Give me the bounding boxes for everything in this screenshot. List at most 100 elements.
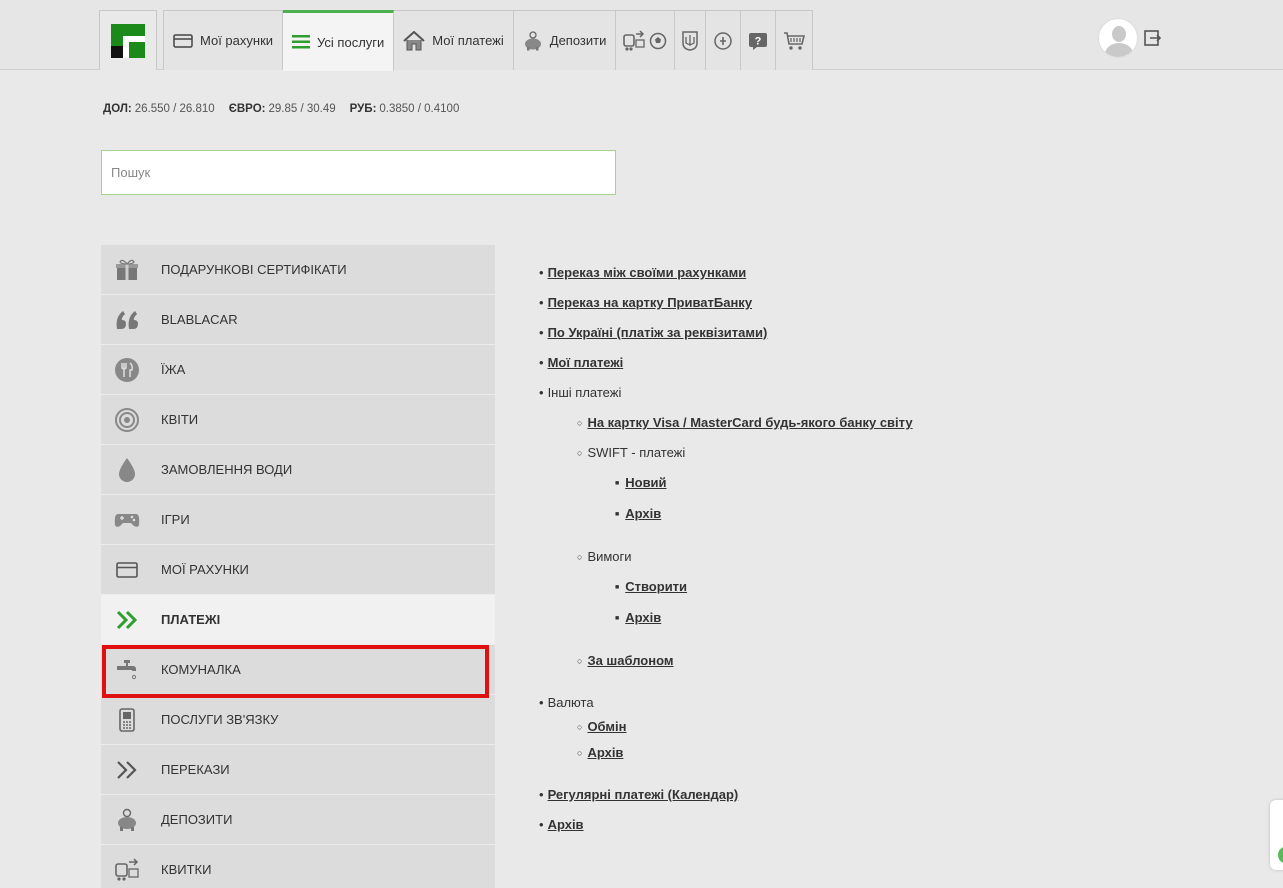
- list-item: Вимоги Створити Архів: [577, 547, 913, 629]
- currency-sublist: Обмін Архів: [577, 717, 913, 763]
- sidebar-item-label: Платежі: [161, 612, 221, 627]
- link-ukraine-requisites[interactable]: По Україні (платіж за реквізитами): [548, 325, 768, 340]
- link-by-template[interactable]: За шаблоном: [587, 653, 673, 668]
- tab-tickets[interactable]: [616, 10, 676, 70]
- other-payments-label: Інші платежі: [547, 385, 622, 400]
- sidebar-item-flowers[interactable]: Квіти: [101, 395, 495, 445]
- link-currency-archive[interactable]: Архів: [587, 745, 623, 760]
- sidebar-item-gift-certificates[interactable]: Подарункові сертифікати: [101, 245, 495, 295]
- list-item: Переказ між своїми рахунками: [539, 263, 913, 283]
- list-item: По Україні (платіж за реквізитами): [539, 323, 913, 343]
- user-area: [1098, 18, 1162, 58]
- transport-tickets-icon: [113, 856, 141, 884]
- tab-pension[interactable]: [706, 10, 742, 70]
- link-swift-archive[interactable]: Архів: [625, 506, 661, 521]
- sidebar-item-deposits[interactable]: Депозити: [101, 795, 495, 845]
- football-icon: [650, 32, 667, 49]
- demands-label: Вимоги: [587, 549, 632, 564]
- home-icon: [403, 30, 425, 50]
- link-archive[interactable]: Архів: [548, 817, 584, 832]
- list-item: На картку Visa / MasterCard будь-якого б…: [577, 413, 912, 433]
- sidebar-item-my-accounts[interactable]: Мої рахунки: [101, 545, 495, 595]
- link-demands-create[interactable]: Створити: [625, 579, 687, 594]
- sidebar-item-label: Ігри: [161, 512, 190, 527]
- phone-icon: [113, 706, 141, 734]
- sidebar-item-telecom[interactable]: Послуги зв'язку: [101, 695, 495, 745]
- tab-help[interactable]: ?: [741, 10, 777, 70]
- rate-rub: РУБ: 0.3850 / 0.4100: [349, 103, 460, 115]
- sidebar-item-label: Квитки: [161, 862, 212, 877]
- sidebar-item-games[interactable]: Ігри: [101, 495, 495, 545]
- rate-usd: ДОЛ: 26.550 / 26.810: [103, 103, 215, 115]
- tab-all-services[interactable]: Усі послуги: [283, 10, 395, 71]
- sidebar-item-label: Перекази: [161, 762, 230, 777]
- sidebar-item-blablacar[interactable]: BlaBlaCar: [101, 295, 495, 345]
- link-visa-mastercard[interactable]: На картку Visa / MasterCard будь-якого б…: [587, 415, 912, 430]
- chat-widget-tab[interactable]: [1270, 800, 1283, 870]
- link-demands-archive[interactable]: Архів: [625, 610, 661, 625]
- tab-deposits[interactable]: Депозити: [513, 10, 617, 70]
- piggy-bank-icon: [524, 30, 541, 50]
- list-item: Переказ на картку ПриватБанку: [539, 293, 913, 313]
- flower-icon: [113, 406, 141, 434]
- sidebar-item-label: Депозити: [161, 812, 233, 827]
- sidebar-item-label: Послуги зв'язку: [161, 712, 279, 727]
- sidebar-item-utilities[interactable]: Комуналка: [101, 645, 495, 695]
- list-item: За шаблоном: [577, 651, 913, 671]
- privatbank-logo-tile[interactable]: [99, 10, 157, 70]
- list-item: Регулярні платежі (Календар): [539, 785, 913, 805]
- sidebar-item-tickets[interactable]: Квитки: [101, 845, 495, 888]
- list-item: Архів: [577, 743, 913, 763]
- list-item: Мої платежі: [539, 353, 913, 373]
- sidebar-item-label: BlaBlaCar: [161, 312, 238, 327]
- transport-tickets-icon: [623, 29, 646, 51]
- help-icon: ?: [749, 32, 768, 50]
- logout-icon[interactable]: [1144, 29, 1162, 47]
- swift-label: SWIFT - платежі: [587, 445, 686, 460]
- sidebar-item-payments[interactable]: Платежі: [101, 595, 495, 645]
- tab-my-accounts[interactable]: Мої рахунки: [163, 10, 284, 70]
- services-links: Переказ між своїми рахунками Переказ на …: [539, 263, 913, 845]
- gift-icon: [113, 256, 141, 284]
- food-icon: [113, 356, 141, 384]
- link-swift-new[interactable]: Новий: [625, 475, 666, 490]
- sidebar-item-label: Подарункові сертифікати: [161, 262, 347, 277]
- link-transfer-own-accounts[interactable]: Переказ між своїми рахунками: [548, 265, 747, 280]
- list-icon: [292, 35, 311, 49]
- tab-my-payments[interactable]: Мої платежі: [394, 10, 514, 70]
- list-item: Створити: [615, 577, 913, 598]
- sidebar-item-label: Замовлення води: [161, 462, 293, 477]
- pension-icon: [714, 31, 733, 50]
- piggy-bank-icon: [113, 806, 141, 834]
- list-item: Новий: [615, 473, 913, 494]
- list-item: Інші платежі На картку Visa / MasterCard…: [539, 383, 913, 671]
- link-transfer-privatbank-card[interactable]: Переказ на картку ПриватБанку: [548, 295, 752, 310]
- sidebar-item-transfers[interactable]: Перекази: [101, 745, 495, 795]
- sidebar-item-label: Квіти: [161, 412, 199, 427]
- link-regular-payments[interactable]: Регулярні платежі (Календар): [548, 787, 739, 802]
- sidebar-item-water-order[interactable]: Замовлення води: [101, 445, 495, 495]
- rate-eur: ЄВРО: 29.85 / 30.49: [228, 103, 336, 115]
- tab-label: Мої рахунки: [200, 33, 274, 48]
- search-input[interactable]: [101, 150, 616, 195]
- user-avatar[interactable]: [1098, 18, 1138, 58]
- tab-label: Усі послуги: [317, 34, 385, 50]
- privatbank-logo: [111, 23, 145, 58]
- other-payments-sublist: На картку Visa / MasterCard будь-якого б…: [577, 413, 913, 671]
- water-drop-icon: [113, 456, 141, 484]
- link-currency-exchange[interactable]: Обмін: [587, 719, 626, 734]
- svg-text:?: ?: [755, 35, 762, 47]
- nav-tabs: Мої рахунки Усі послуги Мої платежі Депо…: [99, 10, 814, 71]
- currency-label: Валюта: [547, 695, 594, 710]
- blablacar-icon: [113, 306, 141, 334]
- sidebar-item-food[interactable]: Їжа: [101, 345, 495, 395]
- ukraine-coat-of-arms-icon: [682, 30, 699, 51]
- list-item: Архів: [615, 608, 913, 629]
- tab-shop[interactable]: [776, 10, 814, 70]
- double-chevron-icon: [113, 606, 141, 634]
- tab-government[interactable]: [675, 10, 707, 70]
- link-my-payments[interactable]: Мої платежі: [548, 355, 624, 370]
- tab-label: Мої платежі: [432, 33, 504, 48]
- list-item: SWIFT - платежі Новий Архів: [577, 443, 913, 525]
- exchange-rates: ДОЛ: 26.550 / 26.810 ЄВРО: 29.85 / 30.49 Р…: [103, 103, 459, 115]
